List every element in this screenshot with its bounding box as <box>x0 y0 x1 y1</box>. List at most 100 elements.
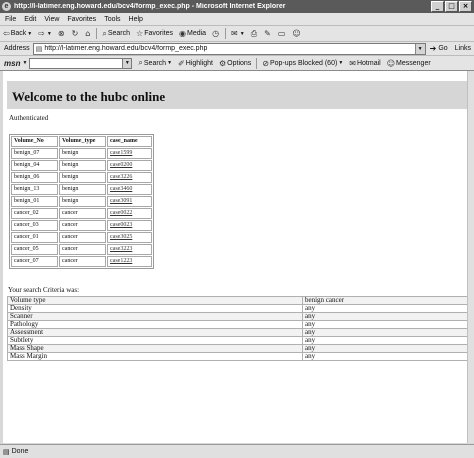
msn-search-button[interactable]: ⌕ Search ▼ <box>135 58 175 68</box>
address-input[interactable]: ▤ http://l-latimer.eng.howard.edu/bcv4/f… <box>32 42 426 55</box>
maximize-button[interactable]: □ <box>445 1 458 12</box>
case-link[interactable]: case3091 <box>110 198 132 204</box>
status-bar: ▤ Done <box>0 444 474 458</box>
criteria-value: benign cancer <box>302 296 470 305</box>
address-bar: Address ▤ http://l-latimer.eng.howard.ed… <box>0 42 474 56</box>
star-icon: ☆ <box>136 29 144 38</box>
case-link[interactable]: case3460 <box>110 186 132 192</box>
mail-icon: ✉ <box>349 58 356 68</box>
case-link[interactable]: case1599 <box>110 150 132 156</box>
forward-arrow-icon: ⇨ <box>38 29 45 38</box>
case-link[interactable]: case0200 <box>110 162 132 168</box>
criteria-label: Density <box>7 304 303 313</box>
messenger-button[interactable]: ☺ Messenger <box>384 59 434 68</box>
back-arrow-icon: ⇦ <box>3 29 10 38</box>
welcome-banner: Welcome to the hubc online <box>7 81 468 109</box>
stop-button[interactable]: ⊗ <box>55 29 69 38</box>
close-button[interactable]: × <box>459 1 472 12</box>
discuss-icon: ▭ <box>277 29 286 38</box>
messenger-toolbar-button[interactable]: ☺ <box>289 29 304 38</box>
toolbar-divider <box>225 28 227 39</box>
case-link[interactable]: case3025 <box>110 234 132 240</box>
window-title-bar: e http://l-latimer.eng.howard.edu/bcv4/f… <box>0 0 474 13</box>
highlight-button[interactable]: ✐ Highlight <box>175 59 216 68</box>
toolbar-divider <box>96 28 98 39</box>
favorites-label: Favorites <box>144 30 173 37</box>
window-controls: _ □ × <box>431 1 472 12</box>
history-icon: ◷ <box>212 29 220 38</box>
hotmail-label: Hotmail <box>356 59 381 67</box>
page-title: Welcome to the hubc online <box>12 89 166 104</box>
volume-no-cell: benign_06 <box>11 172 58 183</box>
edit-button[interactable]: ✎ <box>261 29 275 38</box>
volume-no-cell: cancer_03 <box>11 220 58 231</box>
case-link[interactable]: case0023 <box>110 222 132 228</box>
criteria-value: any <box>302 352 470 361</box>
msn-search-input[interactable] <box>29 57 124 69</box>
menu-help[interactable]: Help <box>125 16 147 23</box>
volume-no-cell: cancer_05 <box>11 244 58 255</box>
hotmail-button[interactable]: ✉ Hotmail <box>346 59 383 68</box>
msn-toolbar: msn ▼ ▼ ⌕ Search ▼ ✐ Highlight ⚙ Options… <box>0 56 474 71</box>
messenger-icon: ☺ <box>292 29 301 38</box>
highlighter-icon: ✐ <box>178 58 185 68</box>
page-icon: ▤ <box>35 44 43 53</box>
case-link[interactable]: case3226 <box>110 174 132 180</box>
forward-button[interactable]: ⇨ ▼ <box>35 29 55 38</box>
msn-logo: msn <box>4 58 21 68</box>
history-button[interactable]: ◷ <box>209 29 223 38</box>
table-row: benign_07 benign case1599 <box>11 148 152 159</box>
vertical-scrollbar[interactable] <box>467 71 474 443</box>
minimize-button[interactable]: _ <box>431 1 444 12</box>
volume-type-cell: benign <box>59 148 106 159</box>
messenger-label: Messenger <box>396 59 431 67</box>
back-button[interactable]: ⇦ Back ▼ <box>0 29 35 38</box>
discuss-button[interactable]: ▭ <box>275 29 290 38</box>
standard-toolbar: ⇦ Back ▼ ⇨ ▼ ⊗ ↻ ⌂ ⌕ Search ☆ Favorites … <box>0 26 474 42</box>
menu-tools[interactable]: Tools <box>100 16 124 23</box>
criteria-heading: Your search Criteria was: <box>8 286 80 294</box>
criteria-row: Density any <box>7 304 470 313</box>
page-done-icon: ▤ <box>3 447 10 456</box>
internet-explorer-icon: e <box>2 2 11 11</box>
case-link[interactable]: case0022 <box>110 210 132 216</box>
favorites-button[interactable]: ☆ Favorites <box>133 29 176 38</box>
refresh-button[interactable]: ↻ <box>69 29 83 38</box>
mail-button[interactable]: ✉ ▼ <box>228 29 248 38</box>
table-row: benign_04 benign case0200 <box>11 160 152 171</box>
volume-no-cell: benign_01 <box>11 196 58 207</box>
table-row: benign_01 benign case3091 <box>11 196 152 207</box>
search-button[interactable]: ⌕ Search <box>99 29 133 39</box>
address-url[interactable]: http://l-latimer.eng.howard.edu/bcv4/for… <box>44 45 414 52</box>
case-link[interactable]: case3223 <box>110 246 132 252</box>
table-row: cancer_01 cancer case3025 <box>11 232 152 243</box>
go-arrow-icon: ➔ <box>429 44 437 53</box>
chevron-down-icon[interactable]: ▼ <box>22 60 27 66</box>
media-icon: ◉ <box>179 29 186 38</box>
volume-type-cell: benign <box>59 160 106 171</box>
menu-bar: File Edit View Favorites Tools Help <box>0 13 474 26</box>
criteria-value: any <box>302 312 470 321</box>
criteria-label: Pathology <box>7 320 303 329</box>
case-link[interactable]: case1223 <box>110 258 132 264</box>
options-label: Options <box>227 59 252 67</box>
criteria-label: Mass Shape <box>7 344 303 353</box>
chevron-down-icon[interactable]: ▼ <box>414 43 425 54</box>
menu-edit[interactable]: Edit <box>20 16 40 23</box>
search-label: Search <box>107 30 131 37</box>
criteria-label: Volume type <box>7 296 303 305</box>
go-button[interactable]: ➔ Go <box>426 44 452 53</box>
chevron-down-icon[interactable]: ▼ <box>123 57 133 69</box>
media-button[interactable]: ◉ Media <box>176 29 209 38</box>
options-button[interactable]: ⚙ Options <box>216 59 254 68</box>
home-button[interactable]: ⌂ <box>82 29 94 38</box>
menu-file[interactable]: File <box>0 16 20 23</box>
volume-type-cell: cancer <box>59 232 106 243</box>
print-button[interactable]: ⎙ <box>248 29 261 39</box>
window-title: http://l-latimer.eng.howard.edu/bcv4/for… <box>14 3 286 10</box>
menu-view[interactable]: View <box>40 16 63 23</box>
popup-blocker-button[interactable]: ⊘ Pop-ups Blocked (60) ▼ <box>259 59 346 68</box>
menu-favorites[interactable]: Favorites <box>63 16 100 23</box>
links-button[interactable]: Links <box>452 45 474 52</box>
results-table: Volume_No Volume_type case_name benign_0… <box>9 134 154 269</box>
